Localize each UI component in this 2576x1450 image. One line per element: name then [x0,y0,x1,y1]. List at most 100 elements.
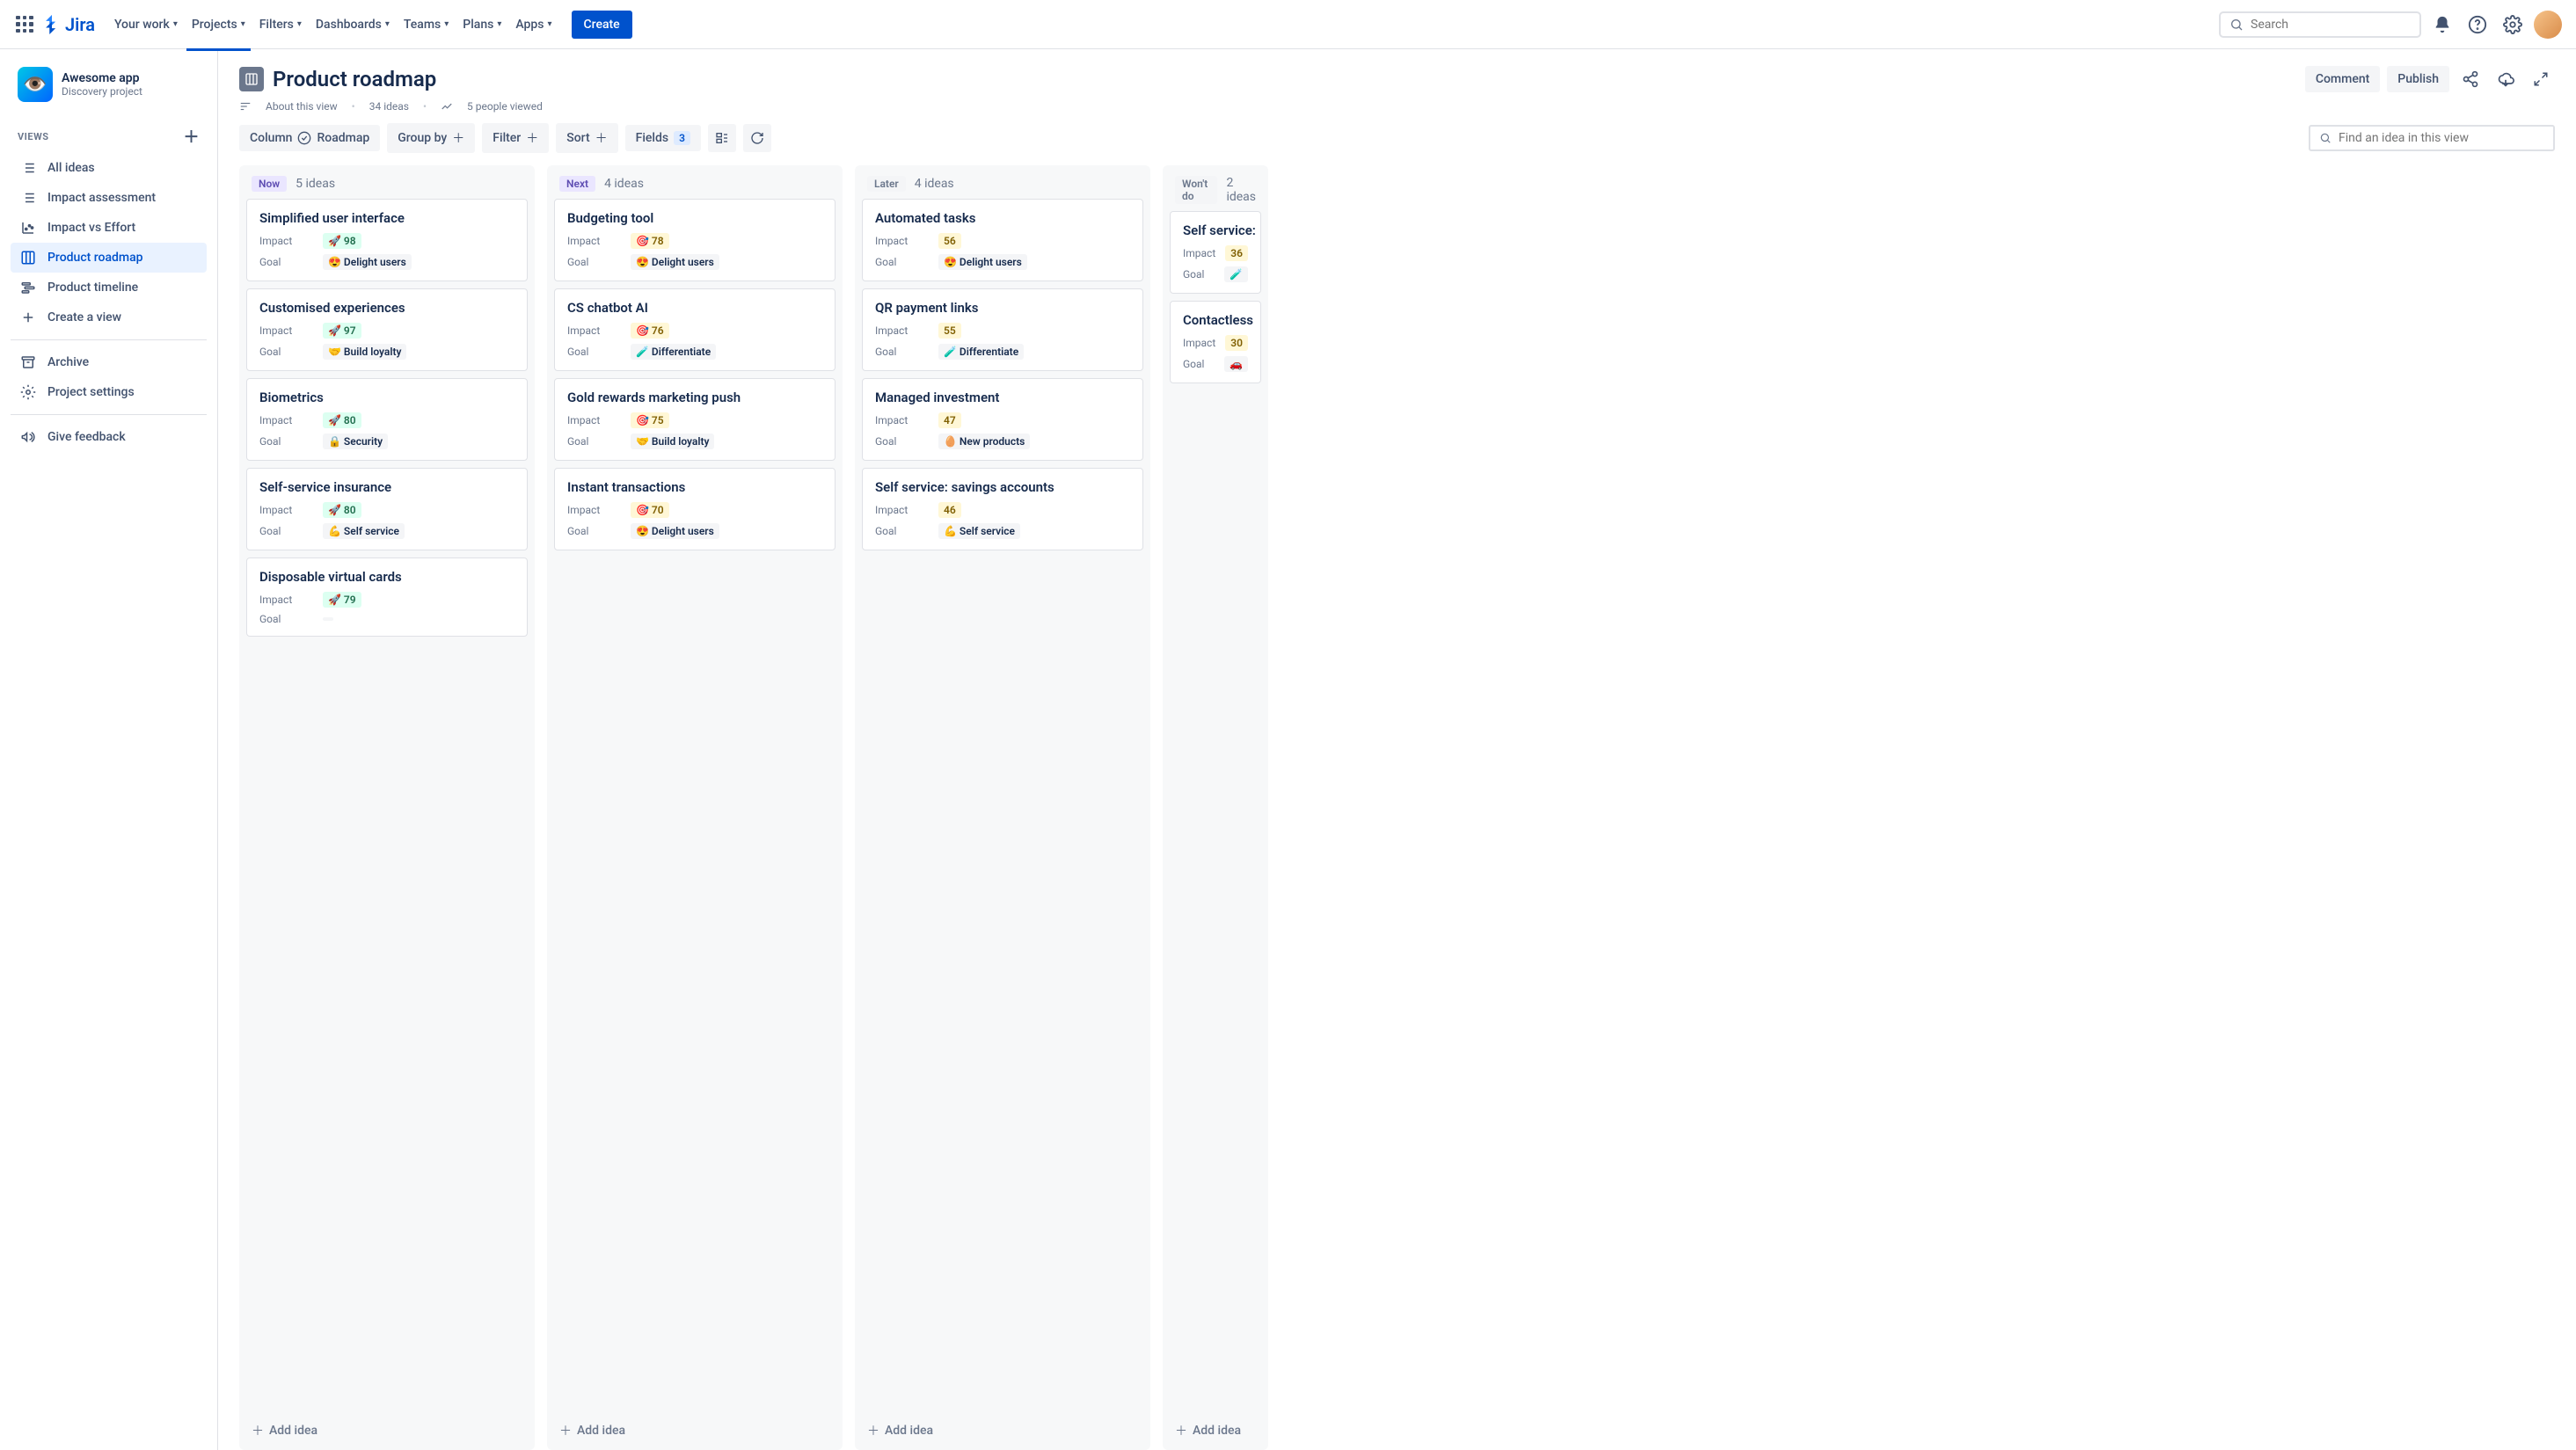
goal-chip: 🤝 Build loyalty [323,344,406,360]
idea-card[interactable]: Simplified user interface Impact 🚀 98 Go… [246,199,528,281]
impact-label: Impact [875,504,931,516]
app-switcher-icon[interactable] [14,14,35,35]
add-idea-button[interactable]: ＋ Add idea [239,1411,535,1450]
add-view-icon[interactable]: ＋ [184,125,201,148]
card-title: Automated tasks [875,210,1130,226]
user-avatar[interactable] [2534,11,2562,39]
idea-card[interactable]: QR payment links Impact 55 Goal 🧪 Differ… [862,288,1143,371]
add-idea-button[interactable]: ＋ Add idea [855,1411,1150,1450]
find-input[interactable] [2339,131,2544,145]
sidebar-view-all-ideas[interactable]: All ideas [11,153,207,183]
sidebar-item-archive[interactable]: Archive [11,347,207,377]
notifications-icon[interactable] [2428,11,2456,39]
chevron-down-icon: ▾ [497,19,501,29]
expand-icon[interactable] [2527,65,2555,93]
idea-card[interactable]: Customised experiences Impact 🚀 97 Goal … [246,288,528,371]
column-now: Now 5 ideas Simplified user interface Im… [239,165,535,1450]
sidebar-view-impact-vs-effort[interactable]: Impact vs Effort [11,213,207,243]
card-title: Self-service insurance [259,479,514,495]
jira-logo-text: Jira [65,14,95,35]
publish-button[interactable]: Publish [2387,66,2449,92]
nav-item-your-work[interactable]: Your work▾ [109,11,183,39]
plus-icon: ＋ [867,1422,879,1439]
idea-card[interactable]: Managed investment Impact 47 Goal 🥚 New … [862,378,1143,461]
sidebar-item-feedback[interactable]: Give feedback [11,422,207,452]
idea-card[interactable]: CS chatbot AI Impact 🎯 76 Goal 🧪 Differe… [554,288,836,371]
nav-item-filters[interactable]: Filters▾ [254,11,307,39]
goal-label: Goal [875,346,931,358]
comment-button[interactable]: Comment [2305,66,2380,92]
sidebar-view-product-timeline[interactable]: Product timeline [11,273,207,302]
settings-icon[interactable] [2499,11,2527,39]
idea-card[interactable]: Instant transactions Impact 🎯 70 Goal 😍 … [554,468,836,550]
project-header[interactable]: 👁️ Awesome app Discovery project [11,67,207,109]
goal-chip [323,617,333,621]
idea-card[interactable]: Self service: Impact 36 Goal 🧪 [1170,211,1261,294]
chevron-down-icon: ▾ [547,19,551,29]
impact-chip: 30 [1225,335,1248,351]
share-icon[interactable] [2456,65,2485,93]
goal-chip: 🥚 New products [938,434,1030,449]
idea-card[interactable]: Budgeting tool Impact 🎯 78 Goal 😍 Deligh… [554,199,836,281]
page-meta: About this view • 34 ideas • 5 people vi… [218,97,2576,123]
add-idea-button[interactable]: ＋ Add idea [1163,1411,1268,1450]
card-list: Automated tasks Impact 56 Goal 😍 Delight… [855,199,1150,1411]
idea-card[interactable]: Biometrics Impact 🚀 80 Goal 🔒 Security [246,378,528,461]
nav-item-projects[interactable]: Projects▾ [186,11,251,39]
idea-card[interactable]: Contactless Impact 30 Goal 🚗 [1170,301,1261,383]
nav-item-teams[interactable]: Teams▾ [398,11,454,39]
main-content: Product roadmap Comment Publish Abou [218,49,2576,1450]
goal-label: Goal [567,346,624,358]
find-in-view[interactable] [2309,125,2555,151]
goal-label: Goal [875,256,931,268]
card-list: Simplified user interface Impact 🚀 98 Go… [239,199,535,1411]
sidebar-view-create-a-view[interactable]: Create a view [11,302,207,332]
add-idea-button[interactable]: ＋ Add idea [547,1411,843,1450]
impact-label: Impact [259,414,316,426]
refresh-icon[interactable] [743,124,771,152]
column-count: 2 ideas [1226,176,1256,204]
card-list: Budgeting tool Impact 🎯 78 Goal 😍 Deligh… [547,199,843,1411]
sidebar-item-label: Impact vs Effort [47,221,135,235]
impact-chip: 47 [938,412,961,428]
column-selector[interactable]: Column Roadmap [239,125,380,151]
search-input[interactable] [2251,18,2411,32]
jira-logo[interactable]: Jira [42,14,95,35]
idea-card[interactable]: Self-service insurance Impact 🚀 80 Goal … [246,468,528,550]
chevron-down-icon: ▾ [444,19,449,29]
create-button[interactable]: Create [572,11,632,39]
goal-label: Goal [259,525,316,537]
sidebar-item-label: Give feedback [47,430,126,444]
sidebar-view-product-roadmap[interactable]: Product roadmap [11,243,207,273]
global-search[interactable] [2219,11,2421,38]
sidebar-view-impact-assessment[interactable]: Impact assessment [11,183,207,213]
goal-chip: 💪 Self service [323,523,405,539]
sort-button[interactable]: Sort ＋ [556,123,617,153]
about-view-link[interactable]: About this view [266,100,338,113]
fields-count-badge: 3 [674,131,690,145]
impact-label: Impact [875,414,931,426]
group-by-button[interactable]: Group by ＋ [387,123,475,153]
goal-chip: 🧪 [1224,266,1248,282]
column-later: Later 4 ideas Automated tasks Impact 56 … [855,165,1150,1450]
goal-label: Goal [567,525,624,537]
idea-card[interactable]: Gold rewards marketing push Impact 🎯 75 … [554,378,836,461]
idea-card[interactable]: Self service: savings accounts Impact 46… [862,468,1143,550]
help-icon[interactable] [2463,11,2492,39]
nav-item-dashboards[interactable]: Dashboards▾ [310,11,395,39]
nav-item-apps[interactable]: Apps▾ [510,11,557,39]
filter-button[interactable]: Filter ＋ [482,123,549,153]
card-list: Self service: Impact 36 Goal 🧪 Contactle… [1163,211,1268,1411]
cloud-export-icon[interactable] [2492,65,2520,93]
chevron-down-icon: ▾ [241,19,245,29]
list-icon [19,190,37,206]
sidebar-item-settings[interactable]: Project settings [11,377,207,407]
fields-button[interactable]: Fields 3 [625,125,701,151]
card-size-icon[interactable] [708,124,736,152]
plus-icon: ＋ [526,129,538,147]
sidebar-item-label: Product roadmap [47,251,143,265]
idea-card[interactable]: Disposable virtual cards Impact 🚀 79 Goa… [246,557,528,637]
idea-card[interactable]: Automated tasks Impact 56 Goal 😍 Delight… [862,199,1143,281]
nav-item-plans[interactable]: Plans▾ [457,11,507,39]
impact-chip: 🎯 70 [631,502,669,518]
